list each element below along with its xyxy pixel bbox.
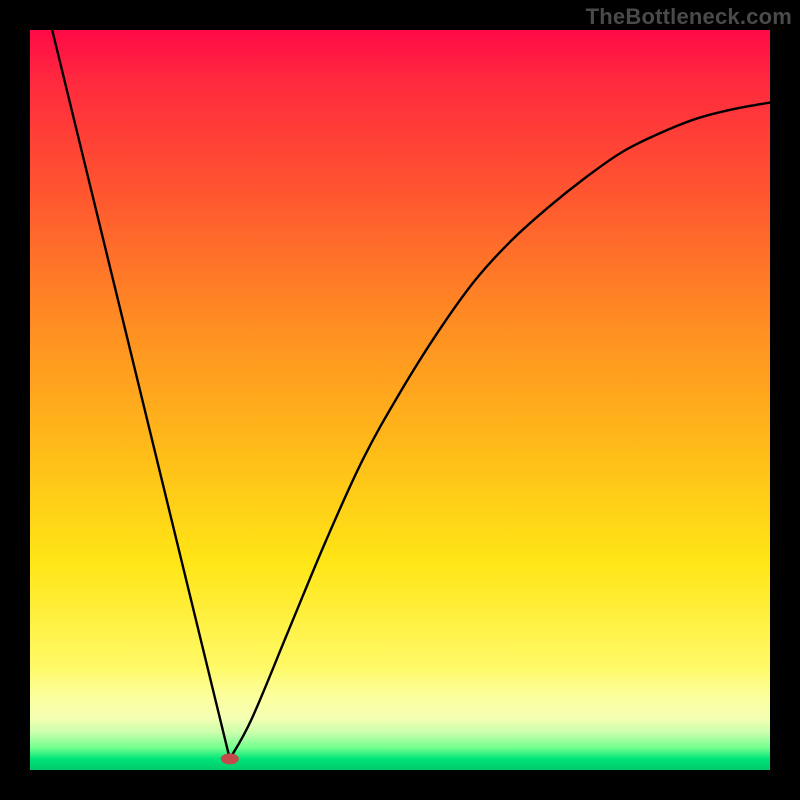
plot-area bbox=[30, 30, 770, 770]
curve-layer bbox=[30, 30, 770, 770]
watermark-text: TheBottleneck.com bbox=[586, 4, 792, 30]
minimum-marker bbox=[221, 753, 239, 764]
bottleneck-curve bbox=[52, 30, 770, 759]
chart-frame: TheBottleneck.com bbox=[0, 0, 800, 800]
